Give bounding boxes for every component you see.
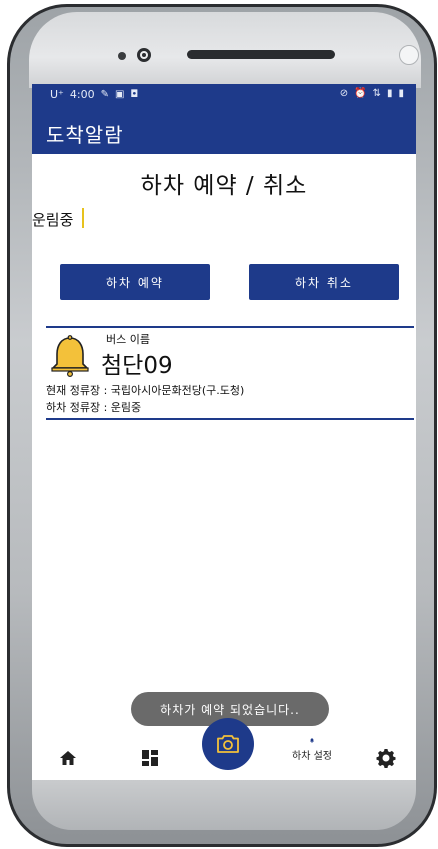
- camera-fab-button[interactable]: [202, 718, 254, 770]
- nav-settings[interactable]: [366, 746, 406, 770]
- bell-icon: [51, 335, 89, 377]
- dropoff-stop-text: 하차 정류장 : 운림중: [46, 401, 142, 414]
- camera-icon: [217, 735, 239, 753]
- pen-icon: ✎: [100, 89, 109, 100]
- nav-dropoff-settings-label: 하차 설정: [292, 751, 332, 762]
- status-time: 4:00: [69, 88, 95, 101]
- alarm-icon: ⏰: [354, 88, 367, 99]
- gear-icon: [376, 749, 396, 768]
- stop-search-input[interactable]: [32, 206, 232, 232]
- app-screen: U⁺ 4:00 ✎ ▣ ◘ ⊘ ⏰ ⇅ ▮ ▮ 도착알람 하차 예약 / 취소 …: [32, 84, 416, 780]
- sensor-dot: [118, 52, 126, 60]
- nav-home[interactable]: [48, 746, 88, 770]
- card-divider-bottom: [46, 418, 414, 420]
- phone-bottom-bezel: [32, 780, 416, 830]
- earpiece-speaker: [187, 50, 335, 59]
- app-title: 도착알람: [46, 123, 124, 147]
- bus-name-label: 버스 이름: [106, 333, 150, 346]
- bus-info-card: 버스 이름 첨단09 현재 정류장 : 국립아시아문화전당(구.도청) 하차 정…: [46, 326, 414, 420]
- current-stop-text: 현재 정류장 : 국립아시아문화전당(구.도청): [46, 384, 245, 397]
- reserve-dropoff-button[interactable]: 하차 예약: [60, 264, 210, 300]
- dashboard-icon: [142, 750, 158, 766]
- notification-icon: ◘: [130, 89, 139, 100]
- cancel-dropoff-button[interactable]: 하차 취소: [249, 264, 399, 300]
- bell-nav-icon: [310, 738, 314, 743]
- page-title: 하차 예약 / 취소: [140, 173, 308, 199]
- front-camera-icon: [137, 48, 151, 62]
- home-icon: [60, 751, 76, 765]
- text-cursor: [82, 208, 84, 228]
- signal-off-icon: ⊘: [339, 88, 349, 99]
- status-bar: U⁺ 4:00 ✎ ▣ ◘ ⊘ ⏰ ⇅ ▮ ▮: [32, 84, 416, 106]
- lte-icon: ⇅: [372, 88, 381, 99]
- card-divider-top: [46, 326, 414, 328]
- app-bar: 도착알람: [32, 106, 416, 154]
- phone-top-bezel: [29, 12, 421, 88]
- bus-name: 첨단09: [101, 353, 173, 379]
- carrier-label: U⁺: [50, 88, 64, 101]
- battery-icon: ▮: [398, 88, 404, 99]
- nav-dropoff-settings[interactable]: 하차 설정: [282, 738, 342, 762]
- image-icon: ▣: [114, 89, 125, 100]
- nav-dashboard[interactable]: [130, 746, 170, 770]
- signal-icon: ▮: [386, 88, 393, 99]
- proximity-sensor: [399, 45, 419, 65]
